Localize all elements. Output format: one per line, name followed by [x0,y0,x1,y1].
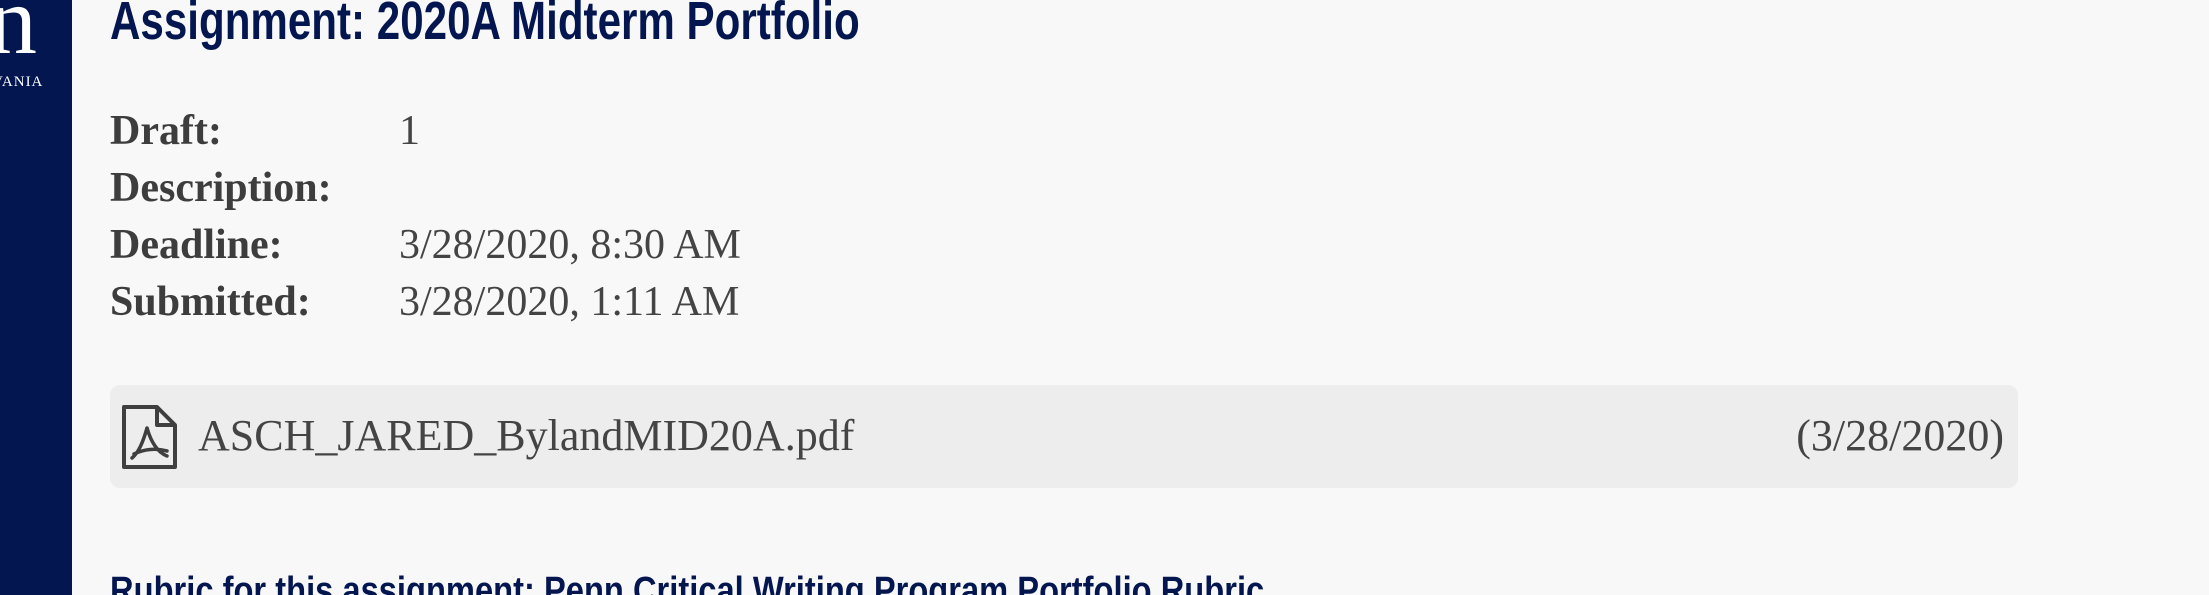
rubric-heading: Rubric for this assignment: Penn Critica… [110,570,1265,595]
draft-value: 1 [399,108,420,154]
submission-file-link[interactable]: ASCH_JARED_BylandMID20A.pdf (3/28/2020) [110,385,2018,488]
draft-row: Draft: 1 [110,103,741,160]
university-logo-text: VANIA [0,74,44,90]
sidebar: n VANIA [0,0,72,595]
draft-label: Draft: [110,108,222,154]
deadline-value: 3/28/2020, 8:30 AM [399,222,741,268]
deadline-label: Deadline: [110,222,283,268]
assignment-details: Draft: 1 Description: Deadline: 3/28/202… [110,103,741,331]
deadline-row: Deadline: 3/28/2020, 8:30 AM [110,217,741,274]
submitted-label: Submitted: [110,279,311,325]
assignment-title: Assignment: 2020A Midterm Portfolio [110,0,860,51]
description-row: Description: [110,160,741,217]
file-date: (3/28/2020) [1796,411,2004,460]
submitted-value: 3/28/2020, 1:11 AM [399,279,740,325]
university-logo: n [0,0,37,75]
file-name: ASCH_JARED_BylandMID20A.pdf [198,411,855,460]
description-label: Description: [110,165,332,211]
pdf-file-icon [122,405,177,469]
submitted-row: Submitted: 3/28/2020, 1:11 AM [110,274,741,331]
